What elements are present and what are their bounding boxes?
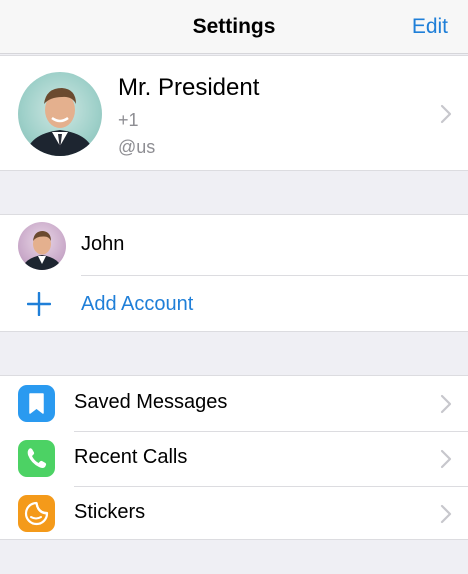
edit-button[interactable]: Edit xyxy=(412,15,448,39)
sticker-icon xyxy=(18,495,55,532)
profile-card[interactable]: Mr. President +1 @us xyxy=(0,55,468,171)
profile-username: @us xyxy=(118,137,156,157)
menu-item-label: Saved Messages xyxy=(74,391,228,413)
menu-section: Saved Messages Recent Calls Stickers xyxy=(0,375,468,540)
menu-item-recent-calls[interactable]: Recent Calls xyxy=(0,431,468,486)
profile-phone: +1 xyxy=(118,110,139,130)
page-title: Settings xyxy=(192,15,276,38)
account-row[interactable]: John xyxy=(0,215,468,275)
accounts-section: John Add Account xyxy=(0,214,468,332)
menu-item-label: Stickers xyxy=(74,501,146,523)
chevron-right-icon xyxy=(440,449,452,469)
add-account-button[interactable]: Add Account xyxy=(0,275,468,333)
navigation-bar: Settings Edit xyxy=(0,0,468,54)
phone-icon xyxy=(18,440,55,477)
account-name: John xyxy=(81,233,125,255)
person-portrait-icon xyxy=(26,88,94,156)
chevron-right-icon xyxy=(440,104,452,124)
account-avatar xyxy=(18,222,66,270)
menu-item-saved-messages[interactable]: Saved Messages xyxy=(0,376,468,431)
menu-item-stickers[interactable]: Stickers xyxy=(0,486,468,541)
profile-name: Mr. President xyxy=(118,74,260,101)
person-portrait-icon xyxy=(22,231,62,270)
profile-avatar xyxy=(18,72,102,156)
add-account-label: Add Account xyxy=(81,293,194,315)
menu-item-label: Recent Calls xyxy=(74,446,188,468)
plus-icon xyxy=(26,291,52,317)
chevron-right-icon xyxy=(440,504,452,524)
chevron-right-icon xyxy=(440,394,452,414)
bookmark-icon xyxy=(18,385,55,422)
